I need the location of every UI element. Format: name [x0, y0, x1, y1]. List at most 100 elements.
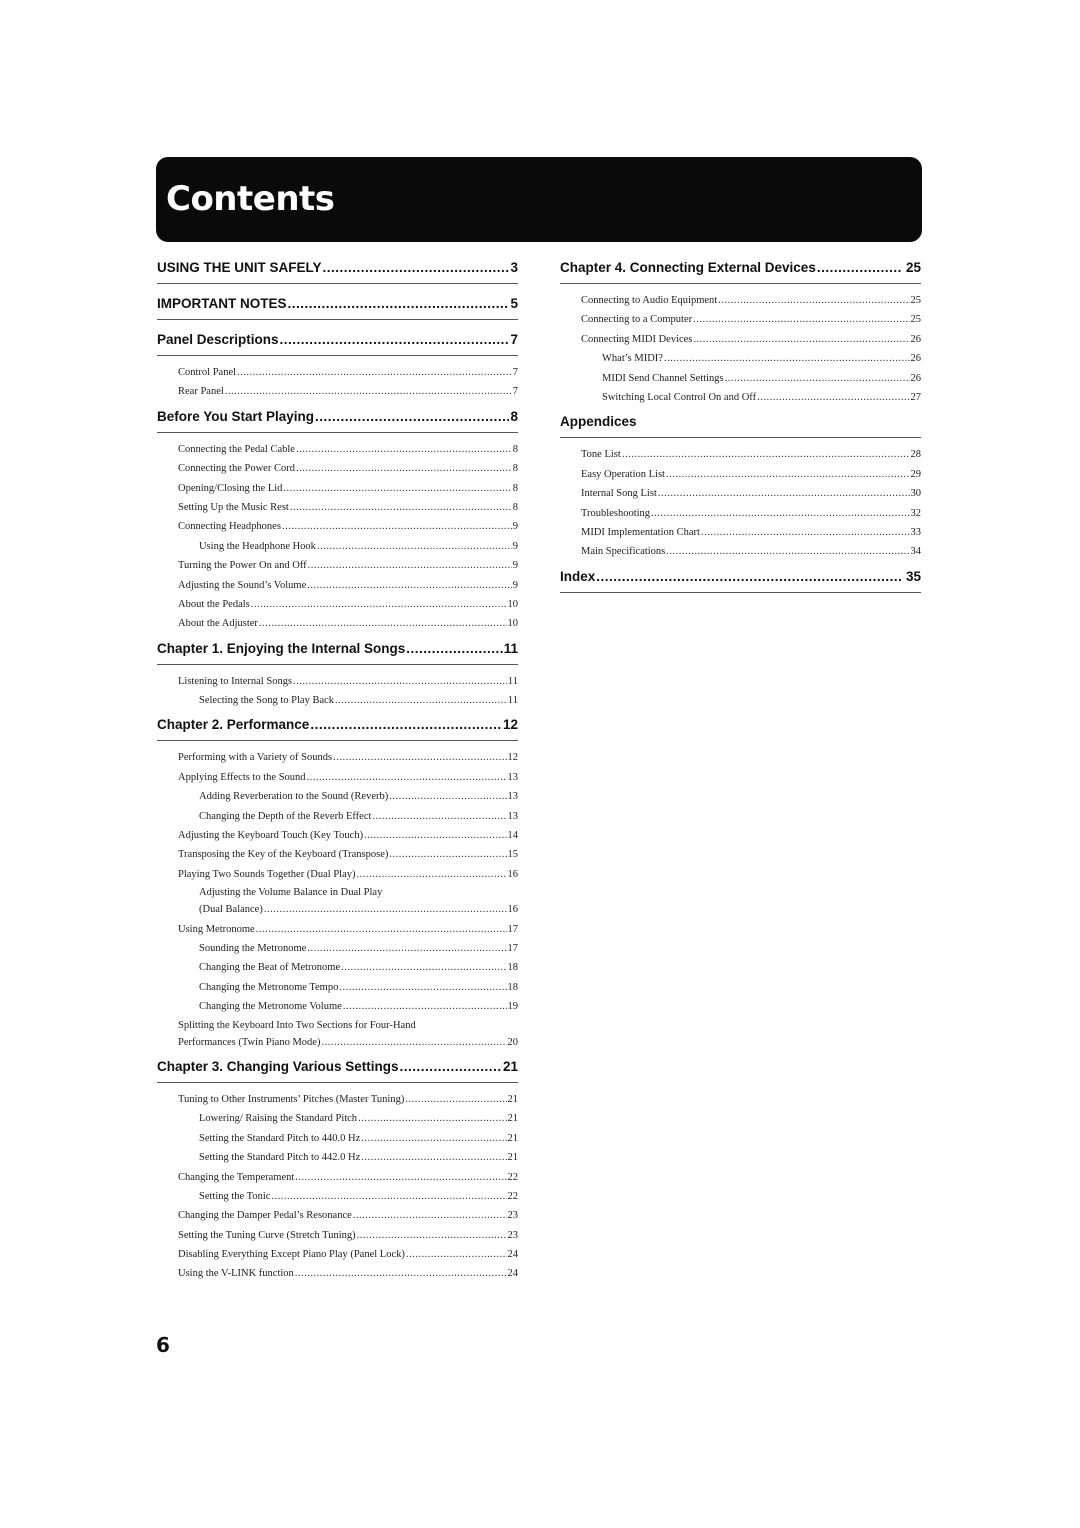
dot-leader	[718, 291, 909, 310]
entry-page-number: 23	[507, 1229, 519, 1241]
section-title: Index	[560, 568, 596, 584]
toc-entry[interactable]: Setting the Standard Pitch to 440.0 Hz 21	[157, 1129, 518, 1148]
toc-entry[interactable]: Performances (Twin Piano Mode) 20	[157, 1033, 518, 1052]
toc-entry[interactable]: MIDI Implementation Chart 33	[560, 523, 921, 542]
dot-leader	[293, 672, 507, 691]
toc-section-before-you-start-playing[interactable]: Before You Start Playing 8	[157, 409, 518, 433]
toc-section-using-the-unit-safely[interactable]: USING THE UNIT SAFELY 3	[157, 260, 518, 284]
toc-section-chapter-4-connecting-external-devices[interactable]: Chapter 4. Connecting External Devices 25	[560, 260, 921, 284]
toc-entry[interactable]: About the Adjuster 10	[157, 614, 518, 633]
dot-leader	[295, 1264, 507, 1283]
entry-page-number: 8	[512, 463, 518, 475]
toc-entry[interactable]: About the Pedals 10	[157, 595, 518, 614]
toc-entry[interactable]: MIDI Send Channel Settings 26	[560, 369, 921, 388]
toc-entry[interactable]: Adding Reverberation to the Sound (Rever…	[157, 787, 518, 806]
toc-entry[interactable]: Connecting to Audio Equipment 25	[560, 291, 921, 310]
toc-entry[interactable]: Easy Operation List 29	[560, 465, 921, 484]
toc-entry[interactable]: Adjusting the Keyboard Touch (Key Touch)…	[157, 826, 518, 845]
section-title: Chapter 2. Performance	[157, 717, 310, 733]
toc-entry[interactable]: Changing the Beat of Metronome 18	[157, 958, 518, 977]
toc-entry[interactable]: Adjusting the Sound’s Volume 9	[157, 576, 518, 595]
entry-title: Setting the Tonic	[199, 1190, 271, 1202]
toc-entry[interactable]: Lowering/ Raising the Standard Pitch 21	[157, 1109, 518, 1128]
toc-entry[interactable]: Connecting the Power Cord 8	[157, 459, 518, 478]
toc-entry[interactable]: Listening to Internal Songs 11	[157, 672, 518, 691]
toc-entry-line[interactable]: Adjusting the Volume Balance in Dual Pla…	[157, 884, 518, 900]
toc-section-chapter-3-changing-various-settings[interactable]: Chapter 3. Changing Various Settings 21	[157, 1059, 518, 1083]
toc-entry[interactable]: Main Specifications 34	[560, 542, 921, 561]
section-title: Chapter 3. Changing Various Settings	[157, 1058, 399, 1074]
entry-page-number: 9	[512, 560, 518, 572]
toc-entry[interactable]: Connecting Headphones 9	[157, 517, 518, 536]
toc-entry[interactable]: Transposing the Key of the Keyboard (Tra…	[157, 845, 518, 864]
toc-section-appendices[interactable]: Appendices	[560, 414, 921, 439]
toc-entry[interactable]: Selecting the Song to Play Back 11	[157, 691, 518, 710]
entry-title: Troubleshooting	[581, 507, 651, 519]
toc-section-panel-descriptions[interactable]: Panel Descriptions 7	[157, 332, 518, 356]
toc-entry[interactable]: Changing the Metronome Volume 19	[157, 997, 518, 1016]
entry-title: Playing Two Sounds Together (Dual Play)	[178, 868, 356, 880]
toc-entry[interactable]: Setting the Tonic 22	[157, 1187, 518, 1206]
toc-section-index[interactable]: Index 35	[560, 569, 921, 593]
toc-entry-line[interactable]: Splitting the Keyboard Into Two Sections…	[157, 1017, 518, 1033]
entry-title: MIDI Implementation Chart	[581, 526, 700, 538]
toc-entry[interactable]: Rear Panel 7	[157, 382, 518, 401]
toc-right-column: Chapter 4. Connecting External Devices 25…	[560, 260, 921, 605]
toc-entry[interactable]: Opening/Closing the Lid 8	[157, 479, 518, 498]
toc-entry[interactable]: Troubleshooting 32	[560, 504, 921, 523]
entry-page-number: 16	[507, 904, 519, 916]
entry-title: Rear Panel	[178, 386, 224, 398]
toc-section-chapter-1-enjoying-the-internal-songs[interactable]: Chapter 1. Enjoying the Internal Songs 11	[157, 641, 518, 665]
entry-page-number: 21	[507, 1093, 519, 1105]
toc-entry[interactable]: Sounding the Metronome 17	[157, 939, 518, 958]
dot-leader	[658, 484, 910, 503]
toc-entry[interactable]: Changing the Temperament 22	[157, 1168, 518, 1187]
dot-leader	[317, 537, 512, 556]
toc-entry[interactable]: Control Panel 7	[157, 363, 518, 382]
entry-page-number: 34	[910, 546, 922, 558]
toc-entry[interactable]: Disabling Everything Except Piano Play (…	[157, 1245, 518, 1264]
entry-page-number: 9	[512, 579, 518, 591]
toc-entry[interactable]: Internal Song List 30	[560, 484, 921, 503]
toc-left-column: USING THE UNIT SAFELY 3 IMPORTANT NOTES 5 Pa…	[157, 260, 518, 1291]
entry-page-number: 14	[507, 830, 519, 842]
entry-page-number: 23	[507, 1210, 519, 1222]
toc-entry[interactable]: Changing the Metronome Tempo 18	[157, 978, 518, 997]
toc-entry[interactable]: Connecting MIDI Devices 26	[560, 330, 921, 349]
toc-entry[interactable]: Setting the Tuning Curve (Stretch Tuning…	[157, 1226, 518, 1245]
contents-banner: Contents	[156, 157, 922, 242]
entry-title: Connecting Headphones	[178, 521, 281, 533]
entry-page-number: 25	[910, 295, 922, 306]
dot-leader	[323, 260, 510, 275]
toc-entry[interactable]: Performing with a Variety of Sounds 12	[157, 748, 518, 767]
dot-leader	[389, 787, 506, 806]
toc-entry[interactable]: Setting Up the Music Rest 8	[157, 498, 518, 517]
toc-entry[interactable]: Changing the Damper Pedal’s Resonance 23	[157, 1206, 518, 1225]
toc-entry[interactable]: Applying Effects to the Sound 13	[157, 768, 518, 787]
dot-leader	[339, 978, 506, 997]
entry-title: Opening/Closing the Lid	[178, 482, 283, 494]
toc-entry[interactable]: Turning the Power On and Off 9	[157, 556, 518, 575]
toc-section-chapter-2-performance[interactable]: Chapter 2. Performance 12	[157, 717, 518, 742]
toc-entry[interactable]: Using the V-LINK function 24	[157, 1264, 518, 1283]
toc-section-important-notes[interactable]: IMPORTANT NOTES 5	[157, 296, 518, 320]
toc-entry[interactable]: Tuning to Other Instruments’ Pitches (Ma…	[157, 1090, 518, 1109]
toc-entry[interactable]: Connecting to a Computer 25	[560, 310, 921, 329]
toc-entry[interactable]: (Dual Balance) 16	[157, 900, 518, 919]
toc-entry[interactable]: Switching Local Control On and Off 27	[560, 388, 921, 407]
dot-leader	[225, 382, 512, 401]
entry-title: Transposing the Key of the Keyboard (Tra…	[178, 849, 389, 861]
entry-title: Performing with a Variety of Sounds	[178, 752, 333, 764]
toc-entry[interactable]: Changing the Depth of the Reverb Effect 1…	[157, 807, 518, 826]
entry-page-number: 20	[507, 1036, 519, 1048]
toc-entry[interactable]: Tone List 28	[560, 445, 921, 464]
toc-entry[interactable]: Connecting the Pedal Cable 8	[157, 440, 518, 459]
toc-entry[interactable]: Using the Headphone Hook 9	[157, 537, 518, 556]
toc-entry[interactable]: Setting the Standard Pitch to 442.0 Hz 21	[157, 1148, 518, 1167]
entry-page-number: 11	[507, 695, 518, 707]
toc-entry[interactable]: What’s MIDI? 26	[560, 349, 921, 368]
toc-entry[interactable]: Using Metronome 17	[157, 920, 518, 939]
dot-leader	[372, 807, 506, 826]
toc-entry[interactable]: Playing Two Sounds Together (Dual Play) 1…	[157, 865, 518, 884]
section-page-number: 35	[905, 568, 921, 584]
